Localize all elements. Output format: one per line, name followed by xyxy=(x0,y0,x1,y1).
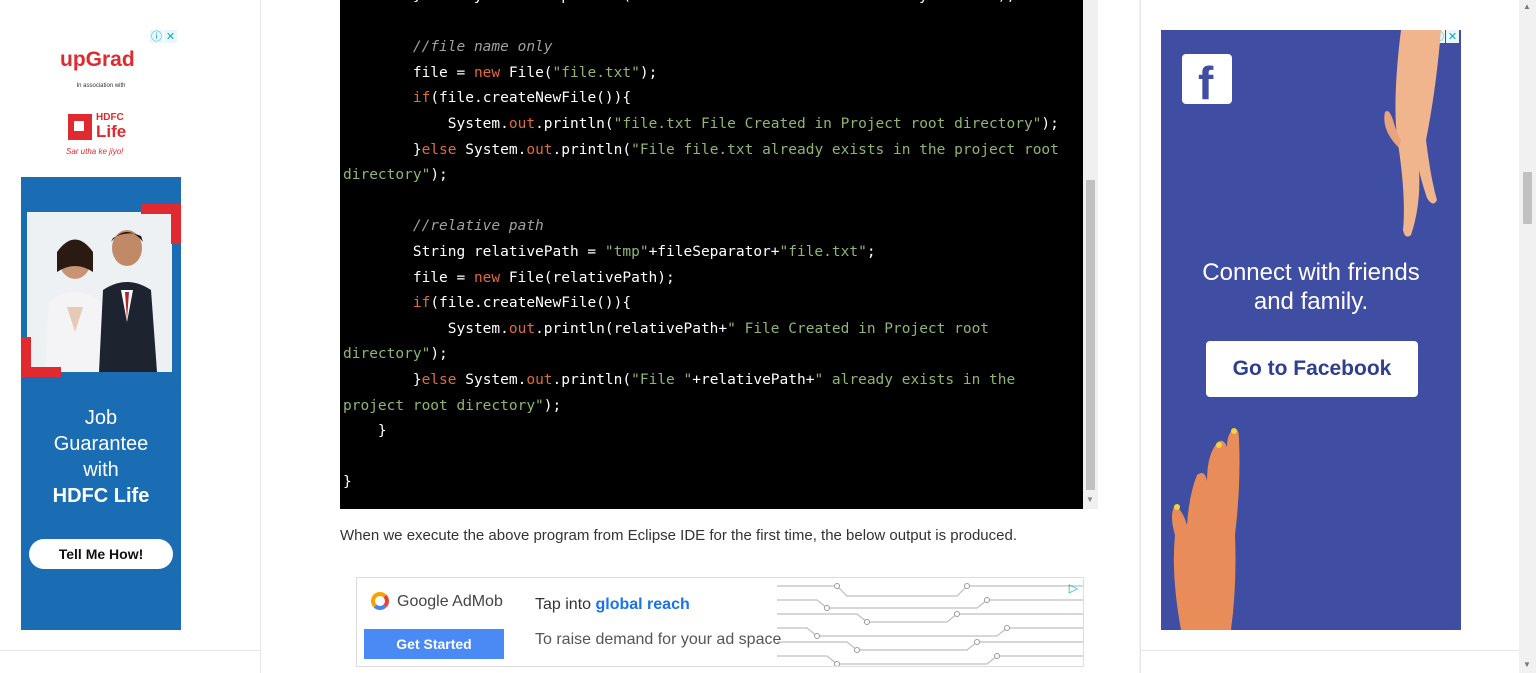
google-admob-ad[interactable]: Google AdMob Get Started Tap into global… xyxy=(356,577,1084,667)
hdfc-tagline: Sar utha ke jiyo! xyxy=(66,147,124,156)
bottom-hand-illustration-icon xyxy=(1172,428,1240,630)
facebook-logo-icon: f xyxy=(1182,54,1232,109)
top-hand-illustration-icon xyxy=(1384,30,1441,237)
ad-line-2: To raise demand for your ad space xyxy=(535,631,782,648)
ad-headline: Job Guarantee with HDFC Life xyxy=(21,405,181,509)
code-line: //file name only xyxy=(412,39,553,56)
article-paragraph: When we execute the above program from E… xyxy=(340,527,1017,544)
ad-badge[interactable]: ⓘ ✕ xyxy=(150,30,177,43)
code-line: System.out.println("file.txt File Create… xyxy=(343,115,1059,132)
facebook-ad-headline: Connect with friends and family. xyxy=(1161,258,1461,316)
ad-close-icon[interactable]: ✕ xyxy=(164,30,177,43)
red-corner-decoration xyxy=(141,204,181,244)
scroll-up-arrow-icon[interactable]: ▲ xyxy=(1523,2,1531,11)
tell-me-how-button[interactable]: Tell Me How! xyxy=(29,539,173,569)
ad-line-1-bold: global reach xyxy=(595,596,690,613)
hdfc-logo-square-icon xyxy=(68,114,92,140)
admob-logo-icon xyxy=(371,592,389,610)
get-started-button[interactable]: Get Started xyxy=(364,629,504,659)
left-sidebar: ⓘ ✕ upGrad In association with HDFC Life… xyxy=(0,0,261,673)
code-line: String relativePath = "tmp"+fileSeparato… xyxy=(343,243,876,260)
headline-bold: HDFC Life xyxy=(52,485,150,507)
circuit-pattern-icon xyxy=(777,583,1083,666)
code-line: }else System.out.println("File "+absolut… xyxy=(343,0,1081,10)
scroll-down-arrow-icon[interactable]: ▼ xyxy=(1523,660,1531,669)
headline-line: and family. xyxy=(1253,288,1369,315)
adchoices-icon[interactable]: ▷ xyxy=(1069,581,1078,595)
code-line: if(file.createNewFile()){ xyxy=(412,295,632,312)
association-text: In association with xyxy=(76,83,126,89)
life-logo-text: Life xyxy=(96,122,127,141)
page-scrollbar-thumb[interactable] xyxy=(1523,172,1532,224)
upgrad-hdfc-ad[interactable]: ⓘ ✕ upGrad In association with HDFC Life… xyxy=(20,30,182,630)
scroll-down-arrow-icon[interactable]: ▼ xyxy=(1086,495,1094,504)
code-line: }else System.out.println("File "+relativ… xyxy=(343,371,1016,388)
ad-blue-panel: Job Guarantee with HDFC Life Tell Me How… xyxy=(21,177,181,630)
divider xyxy=(1141,650,1521,651)
admob-brand: Google AdMob xyxy=(397,593,503,610)
facebook-logo-letter: f xyxy=(1198,57,1214,109)
code-line: }else System.out.println("File file.txt … xyxy=(343,141,1059,158)
code-line: file = new File(relativePath); xyxy=(343,269,675,286)
code-line: file = new File("file.txt"); xyxy=(343,64,658,81)
divider xyxy=(0,650,260,651)
facebook-ad[interactable]: ⓘ ✕ f Connect with friends and family. G… xyxy=(1161,30,1461,630)
hdfc-life-logo: HDFC Life xyxy=(68,112,138,144)
code-scrollbar-thumb[interactable] xyxy=(1086,180,1095,490)
headline-line: Job xyxy=(84,407,118,429)
code-text: }else System.out.println("File "+absolut… xyxy=(343,0,1081,496)
go-to-facebook-button[interactable]: Go to Facebook xyxy=(1206,341,1418,397)
code-line: if(file.createNewFile()){ xyxy=(412,90,632,107)
headline-line: Guarantee xyxy=(53,433,149,455)
code-line: project root directory"); xyxy=(343,397,562,414)
ad-info-icon[interactable]: ⓘ xyxy=(150,30,163,43)
ad-line-1-prefix: Tap into xyxy=(535,596,596,613)
page-scrollbar[interactable]: ▲ ▼ xyxy=(1519,0,1536,673)
headline-line: with xyxy=(83,459,119,481)
red-corner-decoration xyxy=(21,337,61,377)
upgrad-logo: upGrad xyxy=(60,48,135,71)
headline-line: Connect with friends xyxy=(1202,259,1420,286)
code-line: //relative path xyxy=(412,218,544,235)
code-line: } xyxy=(343,423,387,440)
ad-line-1: Tap into global reach xyxy=(535,596,690,614)
code-block[interactable]: }else System.out.println("File "+absolut… xyxy=(340,0,1098,509)
code-line: directory"); xyxy=(343,167,448,184)
code-scrollbar[interactable]: ▼ xyxy=(1083,0,1098,509)
code-line: System.out.println(relativePath+" File C… xyxy=(343,320,990,337)
code-line: directory"); xyxy=(343,346,448,363)
code-line: } xyxy=(343,474,352,491)
